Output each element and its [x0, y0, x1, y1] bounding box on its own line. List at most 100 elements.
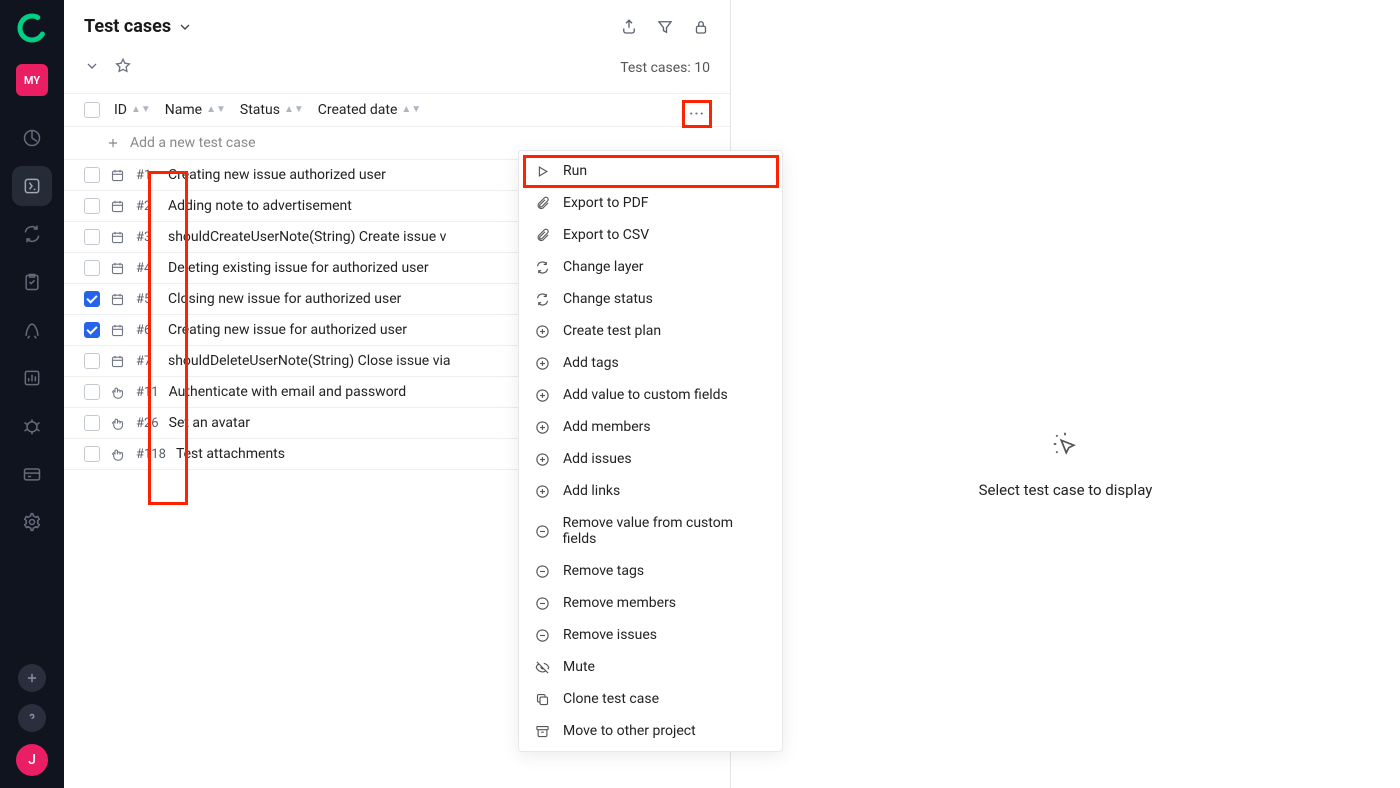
filter-icon[interactable]: [656, 18, 674, 36]
menu-item-add-value-to-custom-fields[interactable]: Add value to custom fields: [519, 379, 782, 411]
row-checkbox[interactable]: [84, 446, 100, 462]
collapse-icon[interactable]: [84, 58, 100, 78]
nav-analytics-icon[interactable]: [12, 358, 52, 398]
row-name: Closing new issue for authorized user: [168, 291, 401, 307]
clip-icon: [535, 228, 551, 243]
menu-item-change-status[interactable]: Change status: [519, 283, 782, 315]
plus-c-icon: [535, 324, 551, 339]
row-checkbox[interactable]: [84, 322, 100, 338]
menu-item-label: Create test plan: [563, 323, 661, 339]
clip-icon: [535, 196, 551, 211]
row-id: #1: [136, 168, 158, 183]
lock-icon[interactable]: [692, 18, 710, 36]
row-id: #4: [136, 261, 158, 276]
row-checkbox[interactable]: [84, 229, 100, 245]
minus-c-icon: [535, 524, 551, 539]
manual-icon: [110, 385, 126, 400]
menu-item-clone-test-case[interactable]: Clone test case: [519, 683, 782, 715]
row-name: Creating new issue for authorized user: [168, 322, 407, 338]
menu-item-run[interactable]: Run: [519, 155, 782, 187]
col-status[interactable]: Status▲▼: [240, 102, 304, 118]
minus-c-icon: [535, 628, 551, 643]
row-id: #11: [136, 385, 159, 400]
title-wrap[interactable]: Test cases: [84, 16, 193, 37]
row-name: Adding note to advertisement: [168, 198, 352, 214]
row-checkbox[interactable]: [84, 291, 100, 307]
nav-cycles-icon[interactable]: [12, 214, 52, 254]
menu-item-label: Remove members: [563, 595, 676, 611]
project-badge[interactable]: MY: [16, 64, 48, 96]
nav-launches-icon[interactable]: [12, 310, 52, 350]
cursor-click-icon: [1050, 429, 1080, 463]
nav-settings-icon[interactable]: [12, 502, 52, 542]
copy-icon: [535, 692, 551, 707]
star-icon[interactable]: [114, 57, 132, 79]
menu-item-label: Move to other project: [563, 723, 696, 739]
main-area: Test cases Test cases: 10 ID▲▼ Name▲▼ St…: [64, 0, 1400, 788]
manual-icon: [110, 416, 126, 431]
row-name: Test attachments: [176, 446, 285, 462]
logo-icon[interactable]: [16, 12, 48, 44]
page-title: Test cases: [84, 16, 171, 37]
add-button[interactable]: [18, 664, 46, 692]
checkbox-all[interactable]: [84, 102, 100, 118]
refresh-icon: [535, 260, 551, 275]
more-button[interactable]: ···: [682, 100, 712, 128]
row-checkbox[interactable]: [84, 198, 100, 214]
avatar[interactable]: J: [16, 744, 48, 776]
col-id[interactable]: ID▲▼: [114, 102, 151, 118]
plus-c-icon: [535, 388, 551, 403]
menu-item-remove-tags[interactable]: Remove tags: [519, 555, 782, 587]
menu-item-remove-value-from-custom-fields[interactable]: Remove value from custom fields: [519, 507, 782, 555]
list-panel: Test cases Test cases: 10 ID▲▼ Name▲▼ St…: [64, 0, 731, 788]
menu-item-change-layer[interactable]: Change layer: [519, 251, 782, 283]
menu-item-create-test-plan[interactable]: Create test plan: [519, 315, 782, 347]
col-created[interactable]: Created date▲▼: [318, 102, 421, 118]
row-checkbox[interactable]: [84, 260, 100, 276]
menu-item-label: Add links: [563, 483, 620, 499]
sidebar: MY J: [0, 0, 64, 788]
plus-c-icon: [535, 452, 551, 467]
menu-item-label: Clone test case: [563, 691, 659, 707]
auto-icon: [110, 261, 126, 276]
menu-item-label: Export to PDF: [563, 195, 649, 211]
menu-item-label: Change status: [563, 291, 653, 307]
menu-item-label: Add issues: [563, 451, 632, 467]
row-checkbox[interactable]: [84, 167, 100, 183]
nav-jobs-icon[interactable]: [12, 454, 52, 494]
count-label: Test cases: 10: [620, 60, 710, 76]
row-id: #7: [136, 354, 158, 369]
menu-item-add-tags[interactable]: Add tags: [519, 347, 782, 379]
plus-c-icon: [535, 356, 551, 371]
nav-testcases-icon[interactable]: [12, 166, 52, 206]
export-icon[interactable]: [620, 18, 638, 36]
row-checkbox[interactable]: [84, 415, 100, 431]
menu-item-add-issues[interactable]: Add issues: [519, 443, 782, 475]
menu-item-label: Change layer: [563, 259, 644, 275]
plus-icon: [106, 136, 120, 150]
row-checkbox[interactable]: [84, 384, 100, 400]
detail-panel: Select test case to display: [731, 0, 1400, 788]
menu-item-add-members[interactable]: Add members: [519, 411, 782, 443]
row-id: #3: [136, 230, 158, 245]
row-name: Deleting existing issue for authorized u…: [168, 260, 429, 276]
menu-item-remove-members[interactable]: Remove members: [519, 587, 782, 619]
menu-item-export-to-csv[interactable]: Export to CSV: [519, 219, 782, 251]
nav-plans-icon[interactable]: [12, 262, 52, 302]
menu-item-remove-issues[interactable]: Remove issues: [519, 619, 782, 651]
nav-defects-icon[interactable]: [12, 406, 52, 446]
menu-item-add-links[interactable]: Add links: [519, 475, 782, 507]
menu-item-label: Remove tags: [563, 563, 644, 579]
menu-item-mute[interactable]: Mute: [519, 651, 782, 683]
menu-item-move-to-other-project[interactable]: Move to other project: [519, 715, 782, 747]
row-name: shouldDeleteUserNote(String) Close issue…: [168, 353, 451, 369]
help-button[interactable]: [18, 704, 46, 732]
empty-state: Select test case to display: [979, 429, 1153, 499]
row-checkbox[interactable]: [84, 353, 100, 369]
col-name[interactable]: Name▲▼: [165, 102, 226, 118]
menu-item-label: Add members: [563, 419, 651, 435]
menu-item-export-to-pdf[interactable]: Export to PDF: [519, 187, 782, 219]
empty-text: Select test case to display: [979, 481, 1153, 499]
nav-dashboard-icon[interactable]: [12, 118, 52, 158]
eye-off-icon: [535, 660, 551, 675]
